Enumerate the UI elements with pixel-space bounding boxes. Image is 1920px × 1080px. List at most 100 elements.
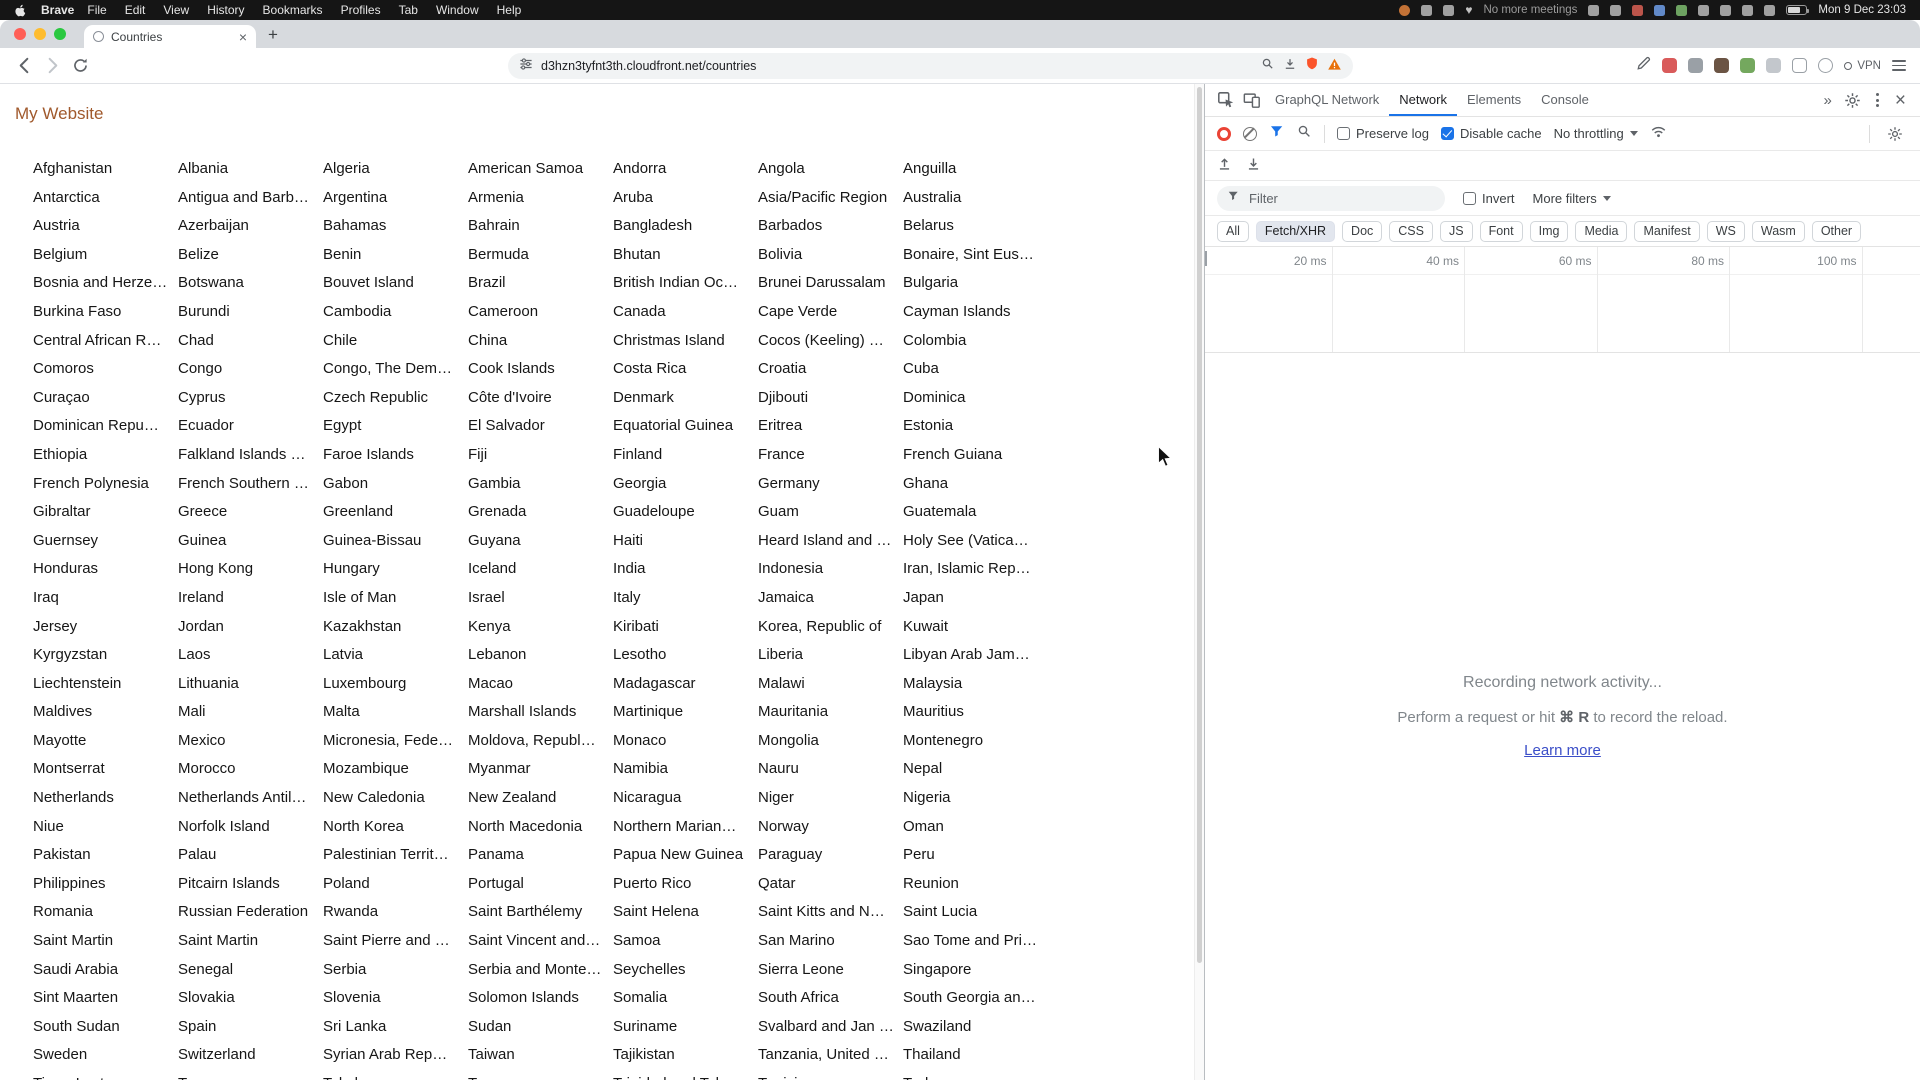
network-settings-gear-icon[interactable] xyxy=(1882,122,1908,146)
devtools-tab-graphql-network[interactable]: GraphQL Network xyxy=(1265,84,1389,116)
zoom-icon[interactable] xyxy=(1261,57,1275,76)
status-icon[interactable] xyxy=(1610,4,1622,16)
browser-tab[interactable]: Countries × xyxy=(84,25,256,48)
status-icon[interactable] xyxy=(1742,4,1754,16)
device-toolbar-icon[interactable] xyxy=(1239,88,1265,112)
record-network-log-button[interactable] xyxy=(1217,126,1231,141)
filter-chip-ws[interactable]: WS xyxy=(1706,220,1745,242)
menubar-menu-file[interactable]: File xyxy=(78,3,115,17)
status-icon[interactable] xyxy=(1421,4,1433,16)
edit-pencil-icon[interactable] xyxy=(1636,56,1651,76)
status-icon[interactable] xyxy=(1654,4,1666,16)
site-settings-icon[interactable] xyxy=(519,57,533,76)
clear-network-log-icon[interactable] xyxy=(1243,126,1257,141)
apple-menu-icon[interactable] xyxy=(14,4,27,17)
new-tab-button[interactable]: + xyxy=(268,26,278,43)
vpn-button[interactable]: VPN xyxy=(1844,60,1881,72)
menubar-menu-view[interactable]: View xyxy=(154,3,198,17)
preserve-log-checkbox[interactable] xyxy=(1337,127,1350,140)
browser-menu-icon[interactable] xyxy=(1892,59,1906,72)
filter-chip-wasm[interactable]: Wasm xyxy=(1751,220,1805,242)
country-item: Dominican Repu… xyxy=(33,417,159,435)
filter-chip-font[interactable]: Font xyxy=(1479,220,1523,242)
search-icon[interactable] xyxy=(1297,124,1312,144)
learn-more-link[interactable]: Learn more xyxy=(1524,742,1601,759)
filter-chip-other[interactable]: Other xyxy=(1811,220,1862,242)
url-bar[interactable]: d3hzn3tyfnt3th.cloudfront.net/countries xyxy=(508,53,1353,79)
menubar-menu-help[interactable]: Help xyxy=(488,3,531,17)
status-icon[interactable] xyxy=(1676,4,1688,16)
warning-icon[interactable] xyxy=(1327,57,1342,76)
country-item: Seychelles xyxy=(613,960,686,978)
menubar-app-name[interactable]: Brave xyxy=(41,3,74,17)
menubar-menu-tab[interactable]: Tab xyxy=(390,3,427,17)
extension-icon[interactable] xyxy=(1766,58,1782,73)
preserve-log-toggle[interactable]: Preserve log xyxy=(1337,126,1429,141)
devtools-close-icon[interactable]: × xyxy=(1889,91,1912,110)
devtools-settings-gear-icon[interactable] xyxy=(1840,88,1866,112)
status-icon[interactable] xyxy=(1764,4,1776,16)
extension-icon[interactable] xyxy=(1662,58,1678,73)
inspect-element-icon[interactable] xyxy=(1213,88,1239,112)
filter-chip-img[interactable]: Img xyxy=(1529,220,1569,242)
status-icon[interactable] xyxy=(1443,4,1455,16)
export-har-icon[interactable] xyxy=(1246,156,1261,176)
content-area: My Website Afghanistan Albania Algeria Amer… xyxy=(0,84,1920,1080)
menubar-menu-edit[interactable]: Edit xyxy=(116,3,155,17)
filter-toggle-icon[interactable] xyxy=(1269,124,1285,144)
disable-cache-toggle[interactable]: Disable cache xyxy=(1440,126,1542,141)
reload-button[interactable] xyxy=(66,52,94,80)
devtools-tab-network[interactable]: Network xyxy=(1389,84,1457,116)
filter-chip-js[interactable]: JS xyxy=(1439,220,1473,242)
download-icon[interactable] xyxy=(1283,57,1297,76)
country-item: Turkey xyxy=(903,1075,1048,1080)
menubar-status-text[interactable]: No more meetings xyxy=(1483,4,1577,16)
country-item: Asia/Pacific Region xyxy=(758,188,888,206)
import-har-icon[interactable] xyxy=(1217,156,1232,176)
filter-chip-doc[interactable]: Doc xyxy=(1342,220,1383,242)
scrollbar-thumb[interactable] xyxy=(1197,87,1202,964)
maximize-window-button[interactable] xyxy=(54,28,66,40)
more-filters-dropdown[interactable]: More filters xyxy=(1533,191,1611,206)
devtools-kebab-menu-icon[interactable] xyxy=(1870,93,1885,107)
invert-toggle[interactable]: Invert xyxy=(1463,191,1515,206)
heart-icon[interactable]: ♥ xyxy=(1465,4,1472,16)
devtools-tab-elements[interactable]: Elements xyxy=(1457,84,1531,116)
menubar-menu-window[interactable]: Window xyxy=(427,3,488,17)
battery-icon[interactable] xyxy=(1786,5,1810,15)
history-icon[interactable] xyxy=(1818,58,1834,73)
menubar-clock[interactable]: Mon 9 Dec 23:03 xyxy=(1818,4,1906,16)
devtools-tab-console[interactable]: Console xyxy=(1531,84,1599,116)
filter-chip-manifest[interactable]: Manifest xyxy=(1634,220,1700,242)
throttling-dropdown[interactable]: No throttling xyxy=(1554,126,1638,141)
menubar-menu-bookmarks[interactable]: Bookmarks xyxy=(254,3,332,17)
disable-cache-checkbox[interactable] xyxy=(1440,127,1454,140)
filter-chip-all[interactable]: All xyxy=(1217,220,1249,242)
filter-input[interactable] xyxy=(1247,189,1435,207)
back-button[interactable] xyxy=(10,52,38,80)
sidebar-icon[interactable] xyxy=(1792,58,1808,73)
tab-close-icon[interactable]: × xyxy=(239,30,247,44)
extension-icon[interactable] xyxy=(1740,58,1756,73)
menubar-menu-history[interactable]: History xyxy=(198,3,253,17)
status-icon[interactable] xyxy=(1588,4,1600,16)
status-icon[interactable] xyxy=(1720,4,1732,16)
country-item: Lebanon xyxy=(468,646,527,664)
filter-chip-media[interactable]: Media xyxy=(1575,220,1628,242)
forward-button[interactable] xyxy=(38,52,66,80)
brave-shield-icon[interactable] xyxy=(1305,56,1319,76)
close-window-button[interactable] xyxy=(14,28,26,40)
invert-checkbox[interactable] xyxy=(1463,191,1476,205)
extension-icon[interactable] xyxy=(1714,58,1730,73)
status-icon[interactable] xyxy=(1632,4,1644,16)
filter-chip-fetch-xhr[interactable]: Fetch/XHR xyxy=(1255,220,1336,242)
minimize-window-button[interactable] xyxy=(34,28,46,40)
network-conditions-icon[interactable] xyxy=(1650,124,1667,144)
menubar-menu-profiles[interactable]: Profiles xyxy=(332,3,390,17)
recording-indicator-icon[interactable] xyxy=(1399,4,1411,16)
extension-icon[interactable] xyxy=(1688,58,1704,73)
filter-chip-css[interactable]: CSS xyxy=(1389,220,1433,242)
country-item: Equatorial Guinea xyxy=(613,417,734,435)
status-icon[interactable] xyxy=(1698,4,1710,16)
more-tabs-icon[interactable]: » xyxy=(1820,92,1836,109)
